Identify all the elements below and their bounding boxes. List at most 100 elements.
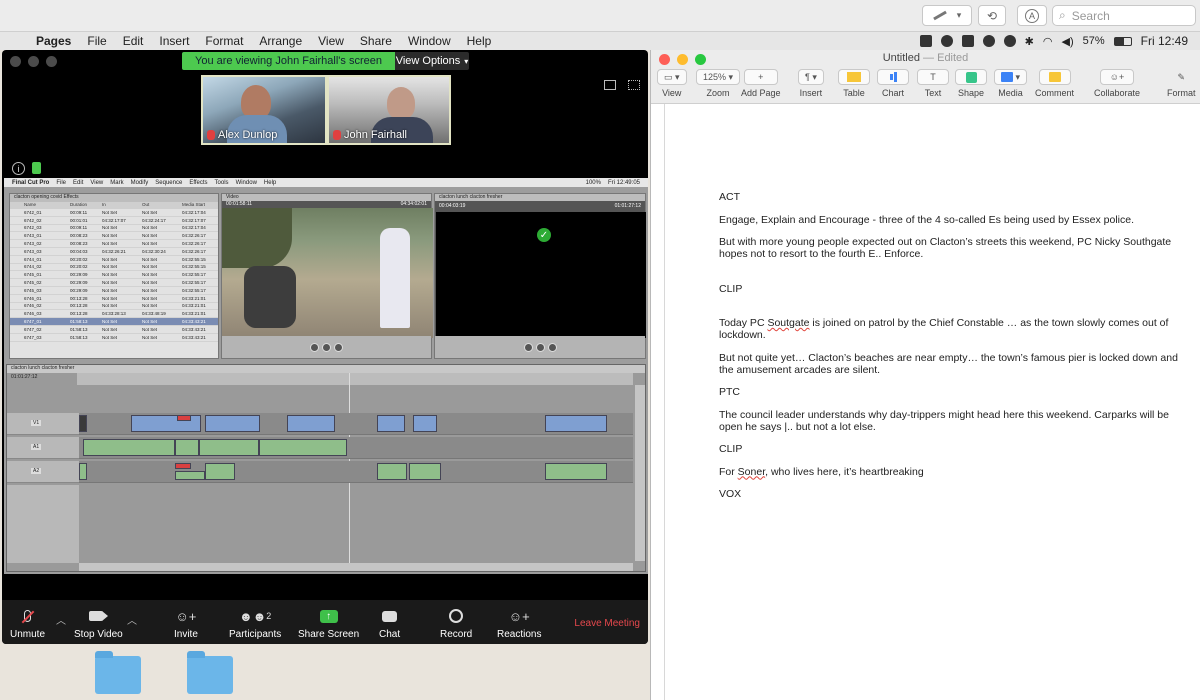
zoom-tool[interactable]: 125% ▾ Zoom	[696, 69, 741, 98]
leave-meeting-button[interactable]: Leave Meeting	[574, 618, 640, 629]
fcp-browser-row[interactable]: 6743_02 00:08:23 Not Set Not Set 04:32:26:17	[10, 240, 218, 248]
video-options-chevron-icon[interactable]: ︿	[127, 612, 137, 627]
add-page-tool[interactable]: + Add Page	[741, 69, 781, 98]
menu-format[interactable]: Format	[197, 34, 251, 48]
menu-window[interactable]: Window	[400, 34, 459, 48]
fullscreen-button[interactable]	[46, 56, 57, 67]
video-clip[interactable]	[413, 415, 437, 432]
stop-video-button[interactable]: Stop Video	[74, 608, 123, 640]
audio-clip[interactable]	[199, 439, 259, 456]
share-screen-button[interactable]: ↑ Share Screen	[298, 608, 359, 640]
rotate-button[interactable]: ⟲	[978, 5, 1006, 26]
audio-clip[interactable]	[205, 463, 235, 480]
gallery-layout-icon[interactable]	[604, 80, 616, 90]
fcp-browser-row[interactable]: 6742_03 00:09:11 Not Set Not Set 04:32:17:04	[10, 225, 218, 233]
audio-clip[interactable]	[259, 439, 347, 456]
audio-clip[interactable]	[545, 463, 607, 480]
fcp-browser-row[interactable]: 6745_02 00:29:09 Not Set Not Set 04:32:55:17	[10, 279, 218, 287]
fcp-browser-row[interactable]: 6744_02 00:20:02 Not Set Not Set 04:32:55:15	[10, 264, 218, 272]
video-clip[interactable]	[79, 415, 87, 432]
audio-clip-marker[interactable]	[175, 463, 191, 469]
fcp-browser-row[interactable]: 6745_03 00:29:09 Not Set Not Set 04:32:55:17	[10, 287, 218, 295]
audio-clip[interactable]	[377, 463, 407, 480]
fcp-browser-row[interactable]: 6746_01 00:13:28 Not Set Not Set 04:33:21:01	[10, 295, 218, 303]
markup-button[interactable]: A	[1017, 5, 1047, 26]
app-h-icon[interactable]	[982, 35, 995, 47]
shape-tool[interactable]: Shape	[955, 69, 987, 98]
participant-video-john[interactable]: John Fairhall	[327, 75, 451, 145]
fcp-browser-row[interactable]: 6745_01 00:29:09 Not Set Not Set 04:32:55:17	[10, 271, 218, 280]
fcp-browser-row[interactable]: 6742_02 00:01:01 04:32:17:07 04:32:24:17 04:…	[10, 217, 218, 225]
audio-clip[interactable]	[175, 471, 205, 480]
fcp-browser-row[interactable]: 6742_01 00:09:11 Not Set Not Set 04:32:17:04	[10, 209, 218, 217]
fcp-browser-row[interactable]: 6747_03 01:58:13 Not Set Not Set 04:33:43:21	[10, 334, 218, 342]
battery-icon[interactable]	[1113, 36, 1132, 46]
fcp-browser-row[interactable]: 6744_01 00:20:02 Not Set Not Set 04:32:55:15	[10, 256, 218, 264]
play-icon[interactable]	[322, 342, 331, 352]
fcp-browser-row[interactable]: 6747_01 01:58:13 Not Set Not Set 04:33:43:21	[10, 318, 218, 326]
audio-clip[interactable]	[79, 463, 87, 480]
audio-clip[interactable]	[83, 439, 175, 456]
menu-help[interactable]: Help	[459, 34, 500, 48]
volume-icon[interactable]: ◀)	[1061, 35, 1073, 48]
text-tool[interactable]: T Text	[917, 69, 949, 98]
video-clip[interactable]	[545, 415, 607, 432]
next-icon[interactable]	[334, 342, 343, 352]
menu-arrange[interactable]: Arrange	[251, 34, 310, 48]
table-tool[interactable]: Table	[838, 69, 870, 98]
invite-button[interactable]: ☺+ Invite	[174, 608, 198, 641]
timeline-vertical-scrollbar[interactable]	[635, 385, 645, 561]
bluetooth-icon[interactable]: ✱	[1025, 35, 1034, 48]
encryption-lock-icon[interactable]	[32, 162, 41, 174]
audio-clip[interactable]	[175, 439, 199, 456]
document-body[interactable]: ACT Engage, Explain and Encourage - thre…	[719, 191, 1179, 511]
fcp-browser-row[interactable]: 6746_02 00:13:28 Not Set Not Set 04:33:21:01	[10, 303, 218, 311]
prev-icon[interactable]	[523, 342, 533, 352]
timeline-horizontal-scrollbar[interactable]	[79, 563, 633, 571]
view-options-button[interactable]: View Options ▾	[395, 52, 469, 70]
menu-insert[interactable]: Insert	[151, 34, 197, 48]
minimize-button[interactable]	[28, 56, 39, 67]
meeting-info-icon[interactable]: i	[12, 162, 25, 175]
video-clip[interactable]	[205, 415, 260, 432]
menu-view[interactable]: View	[310, 34, 352, 48]
next-icon[interactable]	[547, 342, 557, 352]
fcp-browser-row[interactable]: 6743_01 00:08:23 Not Set Not Set 04:32:26:17	[10, 232, 218, 241]
participants-button[interactable]: ☻☻ 2 Participants	[229, 608, 281, 641]
app-5-icon[interactable]	[961, 35, 974, 47]
highlight-button[interactable]: ▾	[922, 5, 972, 26]
insert-tool[interactable]: ¶ ▾ Insert	[798, 69, 824, 98]
audio-clip[interactable]	[409, 463, 441, 480]
fcp-browser-row[interactable]: 6747_02 01:58:13 Not Set Not Set 04:33:43:21	[10, 326, 218, 334]
record-button[interactable]: Record	[440, 608, 472, 640]
zoom-status-icon[interactable]	[919, 35, 932, 47]
menu-app-pages[interactable]: Pages	[28, 34, 79, 48]
audio-options-chevron-icon[interactable]: ︿	[56, 612, 66, 627]
battery-percent[interactable]: 57%	[1083, 35, 1105, 47]
timeline-ruler[interactable]	[77, 373, 633, 385]
video-clip-marker[interactable]	[177, 415, 191, 421]
fullscreen-icon[interactable]	[628, 80, 640, 90]
play-icon[interactable]	[535, 342, 545, 352]
view-tool[interactable]: ▭ ▾ View	[657, 69, 687, 98]
menu-edit[interactable]: Edit	[115, 34, 152, 48]
desktop-folder-icon[interactable]	[95, 651, 141, 694]
search-field[interactable]: ⌕ Search	[1052, 5, 1196, 26]
fcp-browser-row[interactable]: 6743_03 00:04:03 04:32:26:21 04:32:30:24 04:…	[10, 248, 218, 256]
chat-button[interactable]: Chat	[379, 608, 400, 640]
menu-share[interactable]: Share	[352, 34, 400, 48]
clock[interactable]: Fri 12:49	[1141, 34, 1188, 48]
creative-cloud-icon[interactable]	[940, 35, 953, 47]
fcp-browser-row[interactable]: 6746_03 00:13:28 04:33:28:13 04:33:48:19 04:…	[10, 310, 218, 319]
video-clip[interactable]	[287, 415, 335, 432]
chart-tool[interactable]: Chart	[877, 69, 909, 98]
shared-screen[interactable]: Final Cut Pro File Edit View Mark Modify…	[4, 178, 648, 574]
video-clip[interactable]	[377, 415, 405, 432]
media-tool[interactable]: ▾ Media	[994, 69, 1028, 98]
close-button[interactable]	[10, 56, 21, 67]
format-tool[interactable]: ✎ Format	[1167, 69, 1196, 99]
reactions-button[interactable]: ☺+ Reactions	[497, 608, 541, 641]
unmute-button[interactable]: Unmute	[10, 608, 45, 640]
prev-icon[interactable]	[310, 342, 319, 352]
wifi-icon[interactable]: ◠	[1043, 35, 1053, 48]
